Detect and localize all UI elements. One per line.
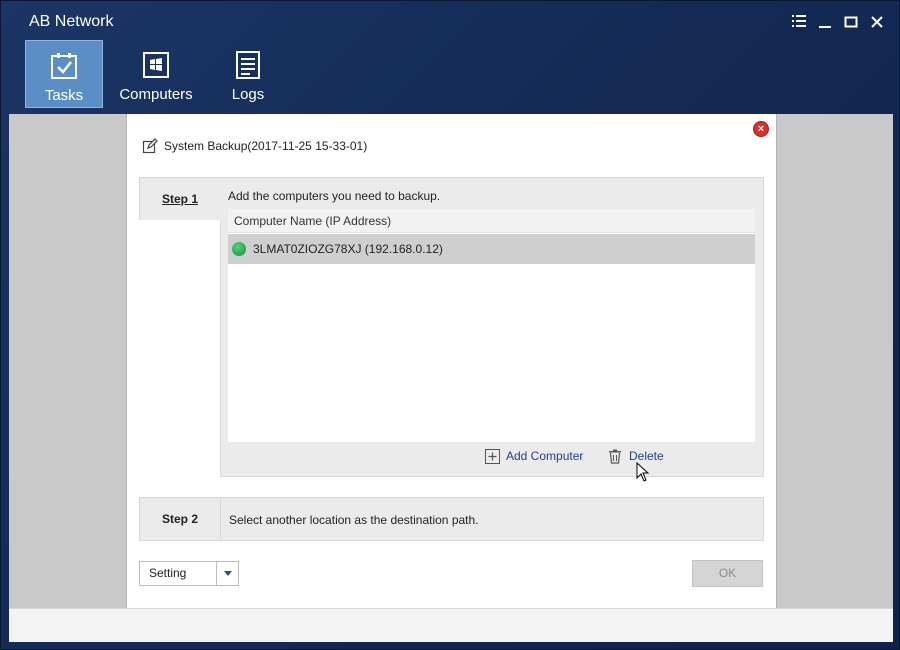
status-bar (9, 608, 893, 642)
step1-label[interactable]: Step 1 (140, 178, 220, 220)
nav-computers[interactable]: Computers (117, 40, 195, 108)
task-title-text: System Backup(2017-11-25 15-33-01) (164, 139, 368, 153)
tasks-checkbox-icon (51, 53, 77, 79)
list-item[interactable]: 3LMAT0ZIOZG78XJ (192.168.0.12) (228, 234, 755, 264)
trash-icon (609, 449, 621, 464)
nav-tasks[interactable]: Tasks (25, 40, 103, 108)
ok-button[interactable]: OK (692, 560, 763, 587)
maximize-icon[interactable] (841, 13, 861, 33)
nav-logs[interactable]: Logs (209, 40, 287, 108)
online-status-icon (232, 242, 246, 256)
computers-windows-icon (143, 52, 169, 78)
step1-gutter (139, 220, 220, 477)
setting-dropdown[interactable]: Setting (139, 561, 239, 586)
list-header[interactable]: Computer Name (IP Address) (228, 209, 755, 233)
close-circle-icon[interactable]: × (753, 121, 769, 137)
step2-description: Select another location as the destinati… (229, 513, 479, 527)
close-icon[interactable] (867, 13, 887, 33)
add-square-icon (485, 449, 500, 464)
step2-section[interactable]: Step 2 Select another location as the de… (139, 497, 764, 541)
minimize-icon[interactable] (815, 13, 835, 33)
list-icon[interactable] (789, 13, 809, 33)
add-computer-label: Add Computer (506, 449, 584, 463)
computer-name: 3LMAT0ZIOZG78XJ (192.168.0.12) (253, 242, 443, 256)
chevron-down-icon[interactable] (216, 562, 238, 585)
step2-divider (220, 498, 221, 540)
step2-label[interactable]: Step 2 (140, 498, 220, 540)
step1-divider (220, 220, 221, 477)
add-computer-button[interactable]: Add Computer (485, 447, 589, 465)
nav-computers-label: Computers (119, 86, 193, 103)
app-window: AB Network Tasks Computers Logs × System… (0, 0, 900, 650)
nav-logs-label: Logs (231, 86, 265, 103)
edit-icon[interactable] (142, 138, 158, 154)
app-title: AB Network (29, 13, 114, 30)
mouse-cursor-icon (636, 462, 650, 482)
main-nav: Tasks Computers Logs (1, 39, 900, 114)
nav-tasks-label: Tasks (44, 87, 84, 104)
logs-document-icon (236, 51, 260, 79)
setting-label: Setting (149, 566, 187, 580)
computer-list[interactable]: Computer Name (IP Address) 3LMAT0ZIOZG78… (228, 209, 755, 442)
title-bar[interactable]: AB Network (1, 1, 900, 39)
step1-section: Step 1 Add the computers you need to bac… (139, 177, 764, 477)
step1-description: Add the computers you need to backup. (228, 189, 441, 203)
task-panel: × System Backup(2017-11-25 15-33-01) Ste… (126, 114, 777, 608)
